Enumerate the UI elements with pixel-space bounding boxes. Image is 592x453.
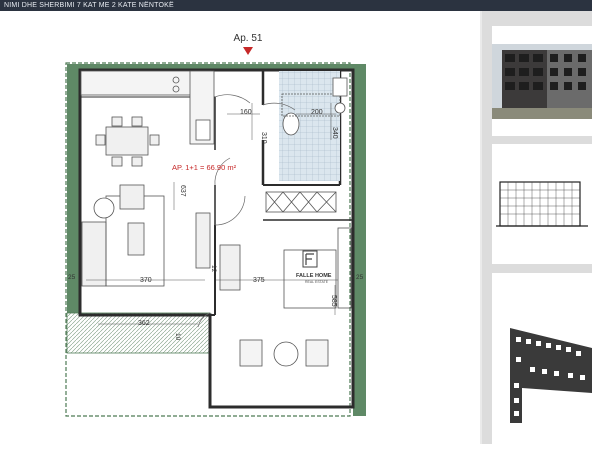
apartment-marker-icon	[243, 47, 253, 55]
apartment-label: Ap. 51	[234, 33, 263, 44]
dim-340: 340	[331, 127, 338, 139]
floor-plan-drawing: Ap. 51 AP. 1+1 = 66.90 m² FALLE HOME REA…	[65, 33, 366, 417]
dim-12: 12	[210, 265, 217, 273]
thumbnail-siteplan[interactable]	[492, 273, 592, 448]
building-photo-image	[492, 26, 592, 136]
facade-top	[80, 64, 353, 69]
facade-left	[67, 64, 80, 326]
thumbnail-elevation[interactable]	[492, 144, 592, 264]
balcony	[66, 312, 211, 354]
watermark-sub: REAL ESTATE	[305, 280, 329, 284]
thumbnail-panel	[482, 11, 592, 448]
dim-370: 370	[140, 277, 152, 284]
bedroom-furniture	[219, 244, 337, 367]
dim-160: 160	[240, 109, 252, 116]
floor-plan: Ap. 51 AP. 1+1 = 66.90 m² FALLE HOME REA…	[0, 11, 480, 444]
site-plan-image	[510, 328, 592, 423]
header-title: NIMI DHE SHERBIMI 7 KAT ME 2 KATE NËNTOK…	[4, 2, 174, 9]
dim-25-right: 25	[356, 274, 364, 281]
thumbnail-photo[interactable]	[492, 26, 592, 136]
living-furniture	[81, 184, 211, 287]
watermark-brand: FALLE HOME	[296, 273, 332, 279]
dim-375: 375	[253, 277, 265, 284]
dim-10: 10	[174, 333, 181, 341]
area-label: AP. 1+1 = 66.90 m²	[172, 163, 237, 172]
dining-set	[95, 116, 160, 167]
dim-200: 200	[311, 109, 323, 116]
header-bar: NIMI DHE SHERBIMI 7 KAT ME 2 KATE NËNTOK…	[0, 0, 592, 11]
elevation-drawing-image	[496, 181, 588, 227]
facade-right	[353, 64, 366, 416]
dim-585: 585	[330, 295, 337, 307]
dim-637: 637	[179, 185, 186, 197]
dim-362: 362	[138, 320, 150, 327]
dim-310: 310	[260, 132, 267, 144]
dim-25-left: 25	[68, 274, 76, 281]
